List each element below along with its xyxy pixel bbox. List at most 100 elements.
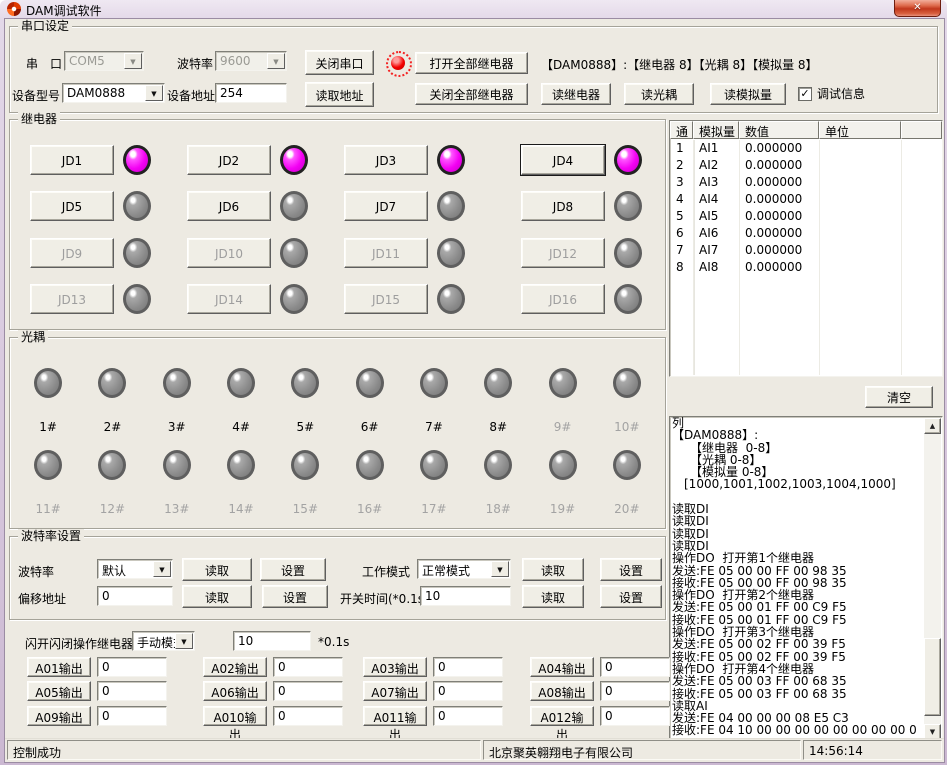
clear-log-button[interactable]: 清空 — [865, 386, 933, 408]
dropdown-icon[interactable]: ▼ — [491, 561, 509, 577]
read-opto-button[interactable]: 读光耦 — [624, 83, 694, 105]
log-scrollbar[interactable]: ▲ ▼ — [924, 418, 941, 740]
relay-button-jd8[interactable]: JD8 — [521, 191, 605, 221]
table-row[interactable]: 3AI30.000000 — [671, 174, 941, 191]
relay-button-jd6[interactable]: JD6 — [187, 191, 271, 221]
offset-addr-input[interactable]: 0 — [97, 586, 173, 606]
relay-button-jd4[interactable]: JD4 — [521, 145, 605, 175]
device-addr-input[interactable]: 254 — [215, 83, 287, 103]
debug-info-checkbox[interactable]: ✓ 调试信息 — [798, 85, 865, 102]
ao12-output-button[interactable]: A012输出 — [530, 706, 594, 726]
ao11-output-input[interactable]: 0 — [433, 706, 503, 726]
ao7-output-input[interactable]: 0 — [433, 681, 503, 701]
table-row[interactable]: 8AI80.000000 — [671, 259, 941, 276]
ao12-output-input[interactable]: 0 — [600, 706, 670, 726]
relay-button-jd11[interactable]: JD11 — [344, 238, 428, 268]
ao10-output-button[interactable]: A010输出 — [203, 706, 267, 726]
offset-set-button[interactable]: 设置 — [262, 585, 328, 608]
dropdown-icon[interactable]: ▼ — [145, 85, 163, 101]
relay-led-jd12 — [614, 238, 642, 268]
ao9-output-input[interactable]: 0 — [97, 706, 167, 726]
flash-time-input[interactable]: 10 — [233, 631, 311, 651]
scroll-up-icon[interactable]: ▲ — [924, 418, 941, 434]
relay-button-jd12[interactable]: JD12 — [521, 238, 605, 268]
table-row[interactable]: 6AI60.000000 — [671, 225, 941, 242]
relay-button-jd3[interactable]: JD3 — [344, 145, 428, 175]
ao6-output-input[interactable]: 0 — [273, 681, 343, 701]
ao3-output-button[interactable]: A03输出 — [363, 657, 427, 677]
ao4-output-button[interactable]: A04输出 — [530, 657, 594, 677]
ao2-output-button[interactable]: A02输出 — [203, 657, 267, 677]
relay-button-jd14[interactable]: JD14 — [187, 284, 271, 314]
offset-read-button[interactable]: 读取 — [182, 585, 252, 608]
work-mode-read-button[interactable]: 读取 — [522, 558, 584, 581]
relay-button-jd7[interactable]: JD7 — [344, 191, 428, 221]
relay-button-jd10[interactable]: JD10 — [187, 238, 271, 268]
opto-cell: 3# — [145, 368, 209, 434]
ao2-output-input[interactable]: 0 — [273, 657, 343, 677]
ao10-output-input[interactable]: 0 — [273, 706, 343, 726]
switch-time-input[interactable]: 10 — [420, 586, 511, 606]
baud-read-button[interactable]: 读取 — [182, 558, 252, 581]
relay-button-jd2[interactable]: JD2 — [187, 145, 271, 175]
ao9-output-button[interactable]: A09输出 — [27, 706, 91, 726]
titlebar: DAM调试软件 ✕ — [0, 0, 947, 18]
dropdown-icon[interactable]: ▼ — [267, 53, 285, 69]
open-all-relays-button[interactable]: 打开全部继电器 — [415, 52, 528, 74]
table-row[interactable]: 7AI70.000000 — [671, 242, 941, 259]
opto-cell: 7# — [402, 368, 466, 434]
work-mode-select[interactable]: 正常模式 ▼ — [417, 559, 511, 579]
table-row[interactable]: 1AI10.000000 — [671, 140, 941, 157]
port-select[interactable]: COM5 ▼ — [64, 51, 144, 71]
dropdown-icon[interactable]: ▼ — [153, 561, 171, 577]
relay-led-jd9 — [123, 238, 151, 268]
read-relays-button[interactable]: 读继电器 — [541, 83, 611, 105]
close-all-relays-button[interactable]: 关闭全部继电器 — [415, 83, 528, 105]
col-header-unit[interactable]: 单位 — [819, 121, 901, 139]
table-row[interactable]: 2AI20.000000 — [671, 157, 941, 174]
close-button[interactable]: ✕ — [894, 0, 941, 17]
flash-mode-select[interactable]: 手动模式 ▼ — [132, 631, 195, 651]
baud-select[interactable]: 9600 ▼ — [215, 51, 287, 71]
ao8-output-input[interactable]: 0 — [600, 681, 670, 701]
log-panel: 列 【DAM0888】: 【继电器 0-8】 【光耦 0-8】 【模拟量 0-8… — [669, 416, 943, 742]
dropdown-icon[interactable]: ▼ — [124, 53, 142, 69]
relay-button-jd5[interactable]: JD5 — [30, 191, 114, 221]
baud-setting-select[interactable]: 默认 ▼ — [97, 559, 173, 579]
ao8-output-button[interactable]: A08输出 — [530, 681, 594, 701]
table-row[interactable]: 5AI50.000000 — [671, 208, 941, 225]
col-header-channel[interactable]: 通 — [670, 121, 693, 139]
work-mode-set-button[interactable]: 设置 — [600, 558, 662, 581]
relay-button-jd9[interactable]: JD9 — [30, 238, 114, 268]
ao4-output-input[interactable]: 0 — [600, 657, 670, 677]
ao3-output-input[interactable]: 0 — [433, 657, 503, 677]
col-header-analog[interactable]: 模拟量 — [693, 121, 739, 139]
ao7-output-button[interactable]: A07输出 — [363, 681, 427, 701]
read-addr-button[interactable]: 读取地址 — [305, 82, 374, 107]
table-row[interactable]: 4AI40.000000 — [671, 191, 941, 208]
ao5-output-button[interactable]: A05输出 — [27, 681, 91, 701]
ao6-output-button[interactable]: A06输出 — [203, 681, 267, 701]
log-text[interactable]: 列 【DAM0888】: 【继电器 0-8】 【光耦 0-8】 【模拟量 0-8… — [672, 417, 923, 741]
ao1-output-input[interactable]: 0 — [97, 657, 167, 677]
close-port-button[interactable]: 关闭串口 — [305, 50, 374, 75]
ao5-output-input[interactable]: 0 — [97, 681, 167, 701]
relay-button-jd15[interactable]: JD15 — [344, 284, 428, 314]
switch-time-read-button[interactable]: 读取 — [522, 585, 584, 608]
col-header-value[interactable]: 数值 — [739, 121, 819, 139]
ao1-output-button[interactable]: A01输出 — [27, 657, 91, 677]
checkmark-icon[interactable]: ✓ — [798, 87, 812, 101]
dropdown-icon[interactable]: ▼ — [175, 633, 193, 649]
switch-time-set-button[interactable]: 设置 — [600, 585, 662, 608]
opto-label: 9# — [530, 420, 594, 434]
opto-label: 3# — [145, 420, 209, 434]
col-header-blank[interactable] — [901, 121, 942, 139]
scrollbar-thumb[interactable] — [924, 638, 941, 716]
relay-button-jd1[interactable]: JD1 — [30, 145, 114, 175]
baud-set-button[interactable]: 设置 — [260, 558, 326, 581]
ao11-output-button[interactable]: A011输出 — [363, 706, 427, 726]
device-model-select[interactable]: DAM0888 ▼ — [62, 83, 165, 103]
read-analog-button[interactable]: 读模拟量 — [710, 83, 786, 105]
relay-button-jd13[interactable]: JD13 — [30, 284, 114, 314]
relay-button-jd16[interactable]: JD16 — [521, 284, 605, 314]
